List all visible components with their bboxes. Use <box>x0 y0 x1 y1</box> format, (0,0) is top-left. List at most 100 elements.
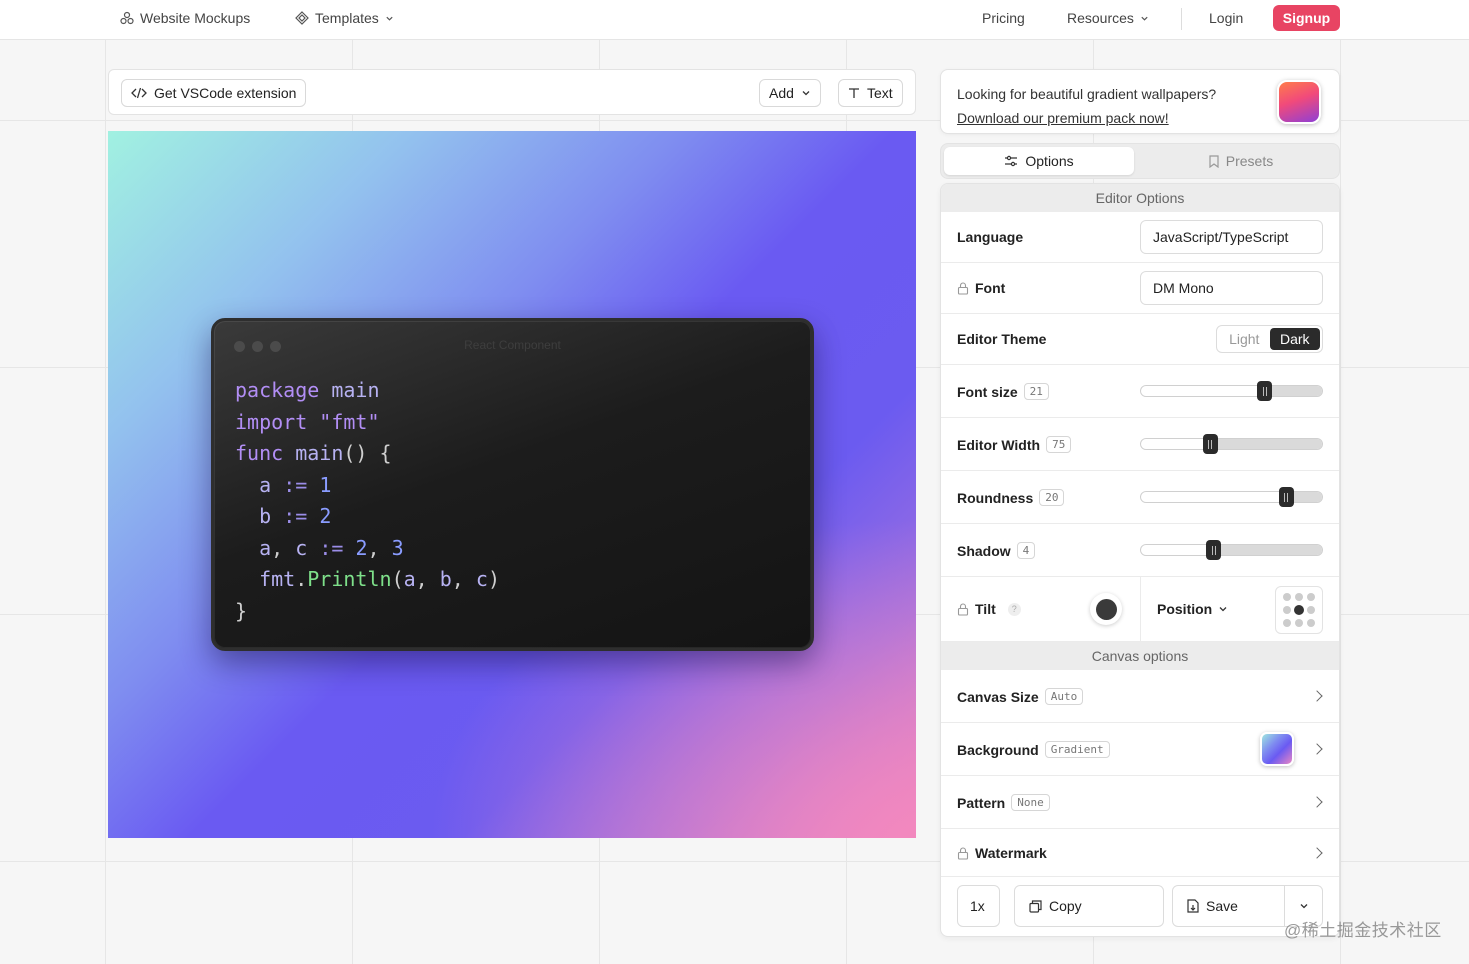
pattern-label: Pattern <box>957 794 1006 811</box>
position-dot[interactable] <box>1282 593 1291 602</box>
code-line: fmt.Println(a, b, c) <box>259 567 500 591</box>
tab-options[interactable]: Options <box>944 147 1134 175</box>
watermark-row[interactable]: Watermark <box>941 829 1339 877</box>
nav-login[interactable]: Login <box>1209 0 1243 36</box>
canvas-size-value: Auto <box>1044 688 1084 705</box>
copy-button[interactable]: Copy <box>1014 885 1164 927</box>
tab-presets[interactable]: Presets <box>1146 147 1336 175</box>
code-keyword: func <box>235 441 284 465</box>
chevron-down-icon <box>1300 904 1308 909</box>
editor-width-row: Editor Width 75 <box>941 418 1339 471</box>
background-row[interactable]: Background Gradient <box>941 723 1339 776</box>
save-label: Save <box>1206 898 1238 914</box>
text-button[interactable]: Text <box>838 79 903 107</box>
font-size-label-group: Font size 21 <box>957 383 1049 400</box>
code-line: a := 1 <box>235 470 500 502</box>
bookmark-icon <box>1209 154 1219 168</box>
language-select[interactable]: JavaScript/TypeScript <box>1140 220 1323 254</box>
code-window[interactable]: React Component package main import "fmt"… <box>211 318 814 651</box>
tilt-knob[interactable] <box>1090 593 1122 625</box>
theme-dark-option[interactable]: Dark <box>1269 328 1320 350</box>
font-size-value: 21 <box>1023 383 1049 400</box>
chevron-down-icon <box>386 16 393 21</box>
mockups-icon <box>120 11 134 25</box>
position-dot[interactable] <box>1294 593 1303 602</box>
site-watermark: @稀土掘金技术社区 <box>1284 921 1442 940</box>
scale-button[interactable]: 1x <box>957 885 1000 927</box>
theme-light-option[interactable]: Light <box>1219 328 1270 350</box>
position-dot[interactable] <box>1282 605 1291 614</box>
templates-icon <box>295 11 309 25</box>
position-dot-selected[interactable] <box>1293 604 1304 615</box>
background-label: Background <box>957 741 1039 758</box>
editor-width-value: 75 <box>1046 436 1072 453</box>
editor-width-slider[interactable] <box>1140 434 1323 454</box>
code-line: } <box>235 596 500 628</box>
preview-canvas[interactable]: React Component package main import "fmt"… <box>108 131 916 838</box>
code-identifier: a <box>259 535 272 560</box>
pattern-row[interactable]: Pattern None <box>941 776 1339 829</box>
vscode-extension-button[interactable]: Get VSCode extension <box>121 79 307 107</box>
position-label: Position <box>1157 601 1213 617</box>
code-identifier: a <box>259 472 272 497</box>
chevron-down-icon <box>1141 16 1148 21</box>
slider-thumb[interactable] <box>1202 434 1218 454</box>
signup-button[interactable]: Signup <box>1273 5 1340 31</box>
code-identifier: fmt <box>259 567 296 591</box>
tilt-label: Tilt <box>975 601 996 617</box>
position-dot[interactable] <box>1294 618 1303 627</box>
chevron-right-icon[interactable] <box>1311 847 1323 859</box>
roundness-slider[interactable] <box>1140 487 1323 507</box>
canvas-size-row[interactable]: Canvas Size Auto <box>941 670 1339 723</box>
shadow-label-group: Shadow 4 <box>957 542 1036 559</box>
font-size-slider[interactable] <box>1140 381 1323 401</box>
slider-thumb[interactable] <box>1278 487 1294 507</box>
nav-resources-label: Resources <box>1067 10 1134 26</box>
chevron-right-icon[interactable] <box>1311 743 1323 755</box>
language-label: Language <box>957 229 1024 245</box>
nav-pricing[interactable]: Pricing <box>982 0 1025 36</box>
code-block[interactable]: package main import "fmt" func main() { a … <box>235 375 500 627</box>
font-select[interactable]: DM Mono <box>1140 271 1323 305</box>
canvas-options-heading: Canvas options <box>941 642 1339 670</box>
slider-thumb[interactable] <box>1257 381 1273 401</box>
code-identifier: b <box>439 567 452 591</box>
nav-templates[interactable]: Templates <box>295 0 394 36</box>
code-identifier: a <box>403 567 416 591</box>
slider-thumb[interactable] <box>1206 540 1222 560</box>
chevron-right-icon[interactable] <box>1311 796 1323 808</box>
background-value: Gradient <box>1044 741 1110 758</box>
code-number: 3 <box>391 535 404 560</box>
promo-text: Looking for beautiful gradient wallpaper… <box>957 82 1216 130</box>
sliders-icon <box>1005 155 1018 167</box>
help-icon[interactable]: ? <box>1007 602 1021 616</box>
code-line: b := 2 <box>235 501 500 533</box>
shadow-row: Shadow 4 <box>941 524 1339 577</box>
panel-tabs: Options Presets <box>940 143 1340 179</box>
position-dot[interactable] <box>1307 605 1316 614</box>
chevron-right-icon[interactable] <box>1311 690 1323 702</box>
code-function: Println <box>307 567 392 591</box>
shadow-slider[interactable] <box>1140 540 1323 560</box>
code-number: 2 <box>319 504 332 528</box>
position-dot[interactable] <box>1282 618 1291 627</box>
nav-divider <box>1181 8 1182 30</box>
nav-resources[interactable]: Resources <box>1067 0 1149 36</box>
position-dot[interactable] <box>1307 618 1316 627</box>
roundness-value: 20 <box>1039 489 1065 506</box>
position-grid[interactable] <box>1275 586 1323 634</box>
add-button[interactable]: Add <box>759 79 821 107</box>
position-dropdown[interactable]: Position <box>1157 601 1228 617</box>
promo-link[interactable]: Download our premium pack now! <box>957 106 1216 130</box>
options-panel: Editor Options Language JavaScript/TypeS… <box>940 183 1340 937</box>
position-dot[interactable] <box>1307 593 1316 602</box>
editor-toolbar: Get VSCode extension Add Text <box>108 69 916 115</box>
window-title[interactable]: React Component <box>214 338 811 352</box>
code-string: "fmt" <box>319 409 380 434</box>
background-swatch[interactable] <box>1260 732 1294 766</box>
promo-thumbnail[interactable] <box>1277 80 1321 124</box>
canvas-size-label-group: Canvas Size Auto <box>957 688 1084 705</box>
font-size-row: Font size 21 <box>941 365 1339 418</box>
nav-website-mockups[interactable]: Website Mockups <box>120 0 250 36</box>
code-punctuation: () { <box>343 441 392 465</box>
